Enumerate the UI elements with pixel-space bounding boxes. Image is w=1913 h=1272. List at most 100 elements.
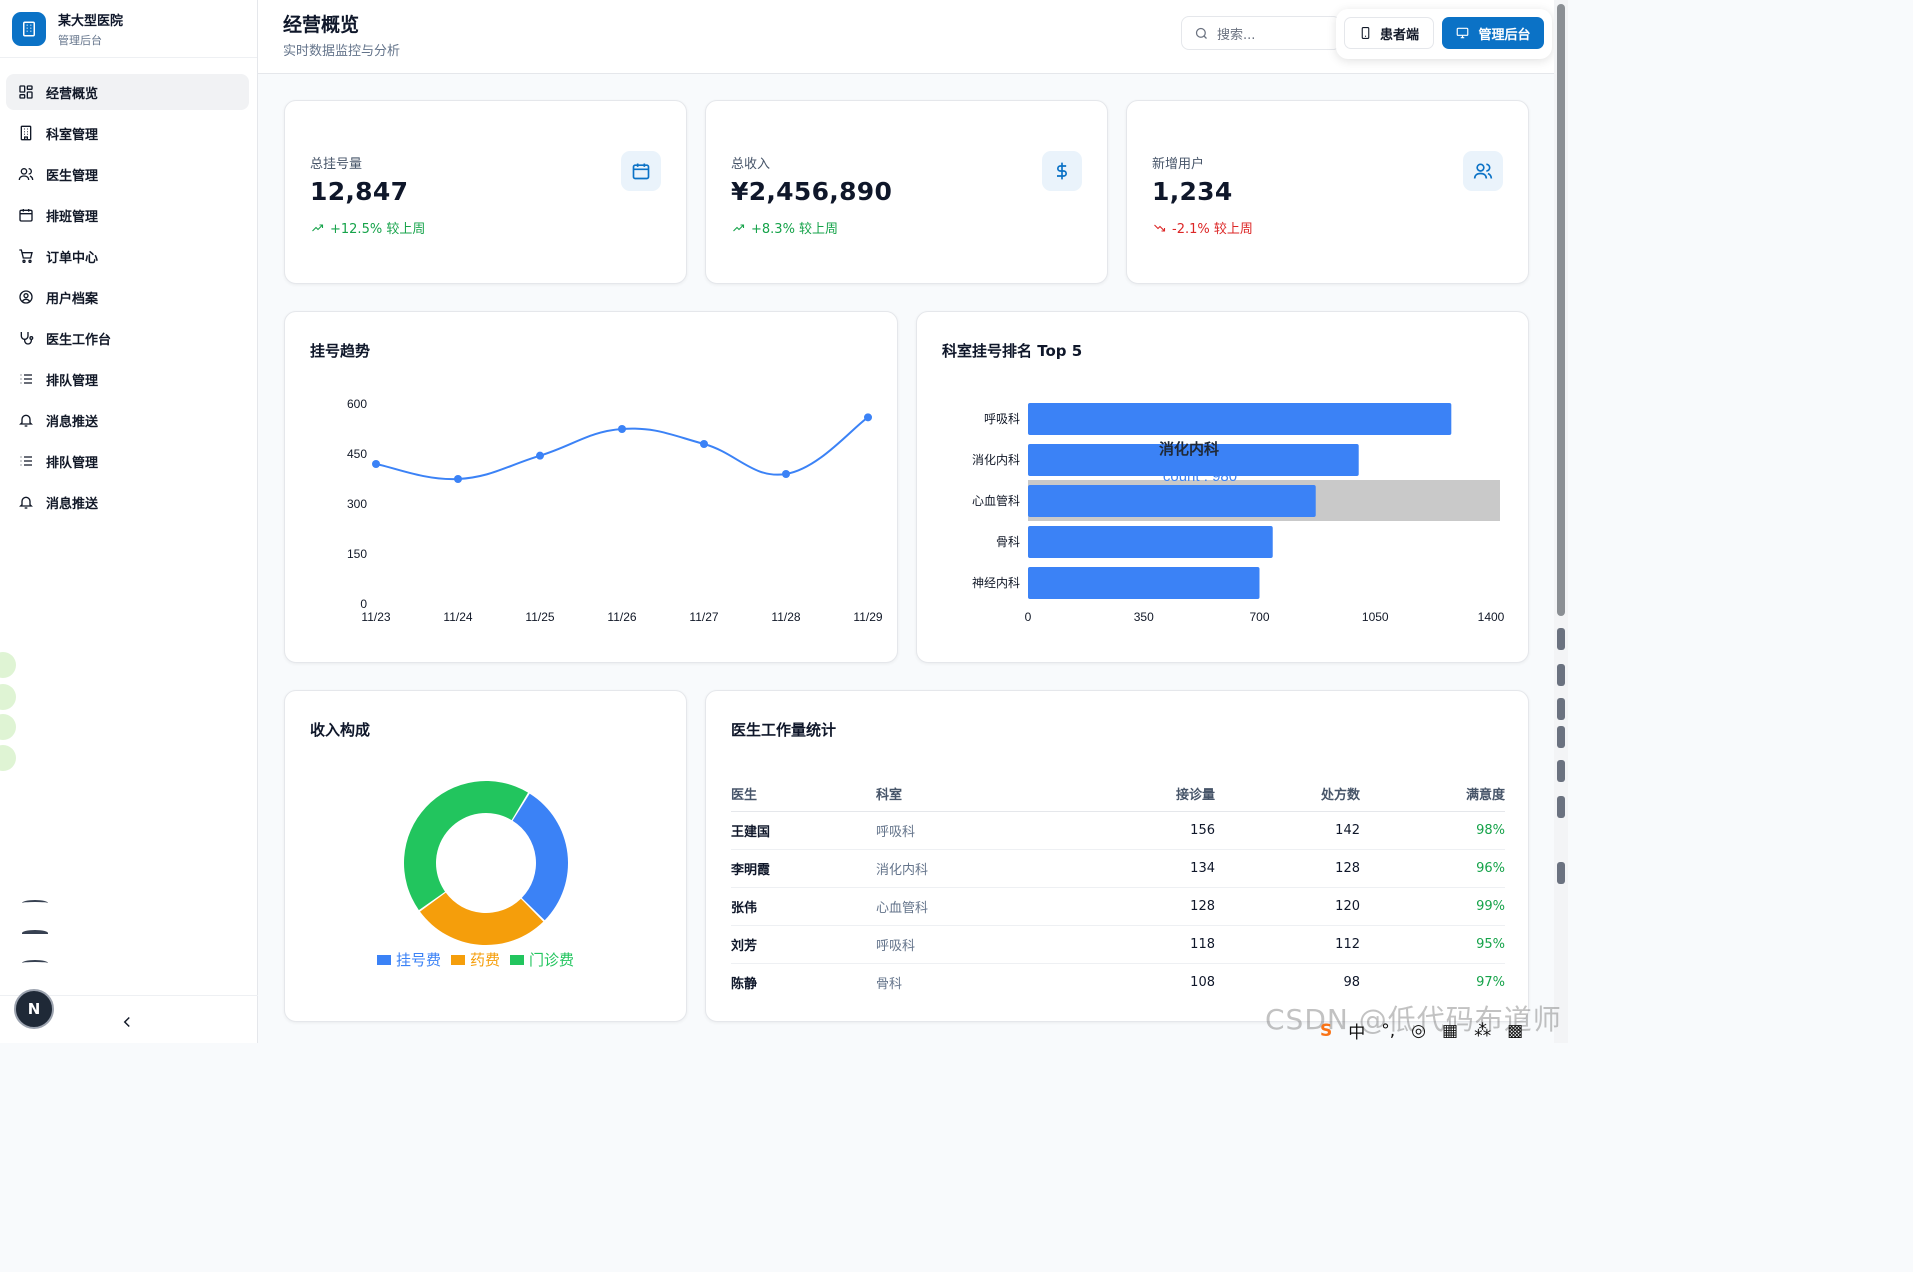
collapse-sidebar-icon[interactable] <box>118 1013 136 1031</box>
prescription-count: 120 <box>1215 887 1360 926</box>
legend-item[interactable]: 门诊费 <box>510 949 574 970</box>
dept-ranking-chart: 呼吸科消化内科心血管科骨科神经内科 0 350 700 1050 1400 消化内科 coun… <box>972 403 1505 624</box>
patient-portal-label: 患者端 <box>1379 27 1419 43</box>
sidebar-item-queue[interactable]: 排队管理 <box>6 361 249 397</box>
category-label: 消化内科 <box>972 453 1020 467</box>
doctor-name: 陈静 <box>731 976 758 992</box>
x-tick-label: 0 <box>1025 610 1032 624</box>
sidebar-item-schedule[interactable]: 排班管理 <box>6 197 249 233</box>
doctor-name: 李明霞 <box>731 849 876 888</box>
y-tick-label: 150 <box>347 547 367 561</box>
sidebar-item-queue-2[interactable]: 排队管理 <box>6 443 249 479</box>
sidebar-item-messages-2[interactable]: 消息推送 <box>6 484 249 520</box>
trend-up-icon <box>733 223 745 231</box>
sidebar-nav: 经营概览 科室管理 医生管理 排班管理 订单中心 用户档案 医生工作台 排队管理… <box>0 58 257 520</box>
sidebar-item-overview[interactable]: 经营概览 <box>6 74 249 110</box>
table-header-row: 医生 科室 接诊量 处方数 满意度 <box>731 777 1505 812</box>
stat-change-text: +12.5% 较上周 <box>330 222 426 237</box>
apps-grid-icon[interactable]: ▩ <box>1507 1021 1523 1041</box>
user-circle-icon <box>18 289 34 305</box>
table-row[interactable]: 张伟 心血管科 128 120 99% <box>731 887 1505 926</box>
doctor-name: 张伟 <box>731 887 876 926</box>
punctuation-icon[interactable]: °, <box>1381 1021 1395 1041</box>
bell-icon <box>18 412 34 428</box>
y-tick-label: 300 <box>347 497 367 511</box>
legend-label: 药费 <box>470 951 501 969</box>
building-icon <box>18 125 34 141</box>
column-header: 处方数 <box>1215 777 1360 812</box>
doctor-workload-card: 医生工作量统计 医生 科室 接诊量 处方数 满意度 王建国 呼吸科 156 14… <box>705 690 1529 1022</box>
stat-change: +12.5% 较上周 <box>310 218 425 237</box>
prescription-count: 142 <box>1215 811 1360 850</box>
stat-label: 新增用户 <box>1152 157 1205 172</box>
sidebar-item-doctors[interactable]: 医生管理 <box>6 156 249 192</box>
y-tick-label: 450 <box>347 447 367 461</box>
phone-icon <box>1361 27 1370 39</box>
visit-count: 118 <box>1071 925 1215 964</box>
table-row[interactable]: 刘芳 呼吸科 118 112 95% <box>731 925 1505 964</box>
sidebar-item-label: 排班管理 <box>46 209 99 225</box>
x-tick-label: 1400 <box>1478 610 1505 624</box>
brand-name: 某大型医院 <box>58 13 124 29</box>
x-tick-label: 11/29 <box>853 610 882 624</box>
sogou-ime-icon: S <box>1320 1020 1333 1041</box>
legend-label: 门诊费 <box>529 951 575 969</box>
admin-portal-label: 管理后台 <box>1478 27 1531 43</box>
doctor-workload-table: 医生 科室 接诊量 处方数 满意度 王建国 呼吸科 156 142 98% 李明… <box>731 777 1505 1001</box>
legend-swatch <box>377 954 391 965</box>
registration-trend-card: 挂号趋势 0 150 300 450 600 11/23 11/24 11/25 11/26 11… <box>284 311 898 663</box>
department: 呼吸科 <box>876 925 1071 964</box>
stat-change-text: +8.3% 较上周 <box>751 222 839 237</box>
table-row[interactable]: 陈静 骨科 108 98 97% <box>731 963 1505 1001</box>
table-row[interactable]: 王建国 呼吸科 156 142 98% <box>731 811 1505 850</box>
x-tick-label: 11/25 <box>525 610 554 624</box>
page-scrollbar[interactable] <box>1554 0 1568 1043</box>
sidebar-item-departments[interactable]: 科室管理 <box>6 115 249 151</box>
x-tick-label: 11/24 <box>443 610 472 624</box>
stat-change-text: -2.1% 较上周 <box>1172 222 1253 237</box>
tooltip-title: 消化内科 <box>1159 440 1219 458</box>
visit-count: 128 <box>1071 887 1215 926</box>
trend-up-icon <box>312 223 324 231</box>
table-row[interactable]: 李明霞 消化内科 134 128 96% <box>731 849 1505 888</box>
list-icon <box>18 371 34 387</box>
brand-subtitle: 管理后台 <box>58 33 102 47</box>
avatar[interactable]: N <box>14 989 54 1029</box>
visit-count: 134 <box>1071 849 1215 888</box>
toolbox-icon[interactable]: ⁂ <box>1474 1021 1491 1041</box>
sidebar-item-label: 医生管理 <box>46 168 99 184</box>
sidebar-item-label: 用户档案 <box>46 291 99 307</box>
ime-mode[interactable]: 中 <box>1348 1018 1365 1043</box>
department: 呼吸科 <box>876 811 1071 850</box>
sidebar-item-doctor-workbench[interactable]: 医生工作台 <box>6 320 249 356</box>
income-composition-chart <box>404 781 568 945</box>
admin-portal-button[interactable]: 管理后台 <box>1442 17 1544 49</box>
sidebar-item-messages[interactable]: 消息推送 <box>6 402 249 438</box>
search-placeholder: 搜索... <box>1217 27 1256 43</box>
decoration-curve <box>22 930 48 936</box>
sidebar-item-user-records[interactable]: 用户档案 <box>6 279 249 315</box>
legend-item[interactable]: 药费 <box>451 949 500 970</box>
keyboard-icon[interactable]: ▦ <box>1442 1021 1458 1041</box>
users-icon <box>1463 151 1503 191</box>
prescription-count: 98 <box>1343 974 1360 990</box>
satisfaction: 97% <box>1476 974 1505 990</box>
prescription-count: 112 <box>1215 925 1360 964</box>
microphone-icon[interactable]: ◎ <box>1411 1021 1426 1041</box>
stat-value: 1,234 <box>1152 177 1233 206</box>
search-input[interactable]: 搜索... <box>1181 16 1341 50</box>
stat-card-revenue: 总收入 ¥2,456,890 +8.3% 较上周 <box>705 100 1108 284</box>
scrollbar-thumb[interactable] <box>1557 4 1565 616</box>
patient-portal-button[interactable]: 患者端 <box>1344 17 1434 49</box>
sidebar-item-label: 科室管理 <box>46 127 99 143</box>
income-composition-card: 收入构成 挂号费 药费 门诊费 <box>284 690 687 1022</box>
sidebar-item-orders[interactable]: 订单中心 <box>6 238 249 274</box>
category-label: 心血管科 <box>972 493 1020 508</box>
satisfaction: 96% <box>1360 849 1505 888</box>
doctor-name: 刘芳 <box>731 925 876 964</box>
dollar-icon <box>1042 151 1082 191</box>
legend-item[interactable]: 挂号费 <box>377 949 441 970</box>
bar <box>1028 567 1260 599</box>
legend-swatch <box>451 954 466 965</box>
x-tick-label: 700 <box>1249 610 1269 624</box>
